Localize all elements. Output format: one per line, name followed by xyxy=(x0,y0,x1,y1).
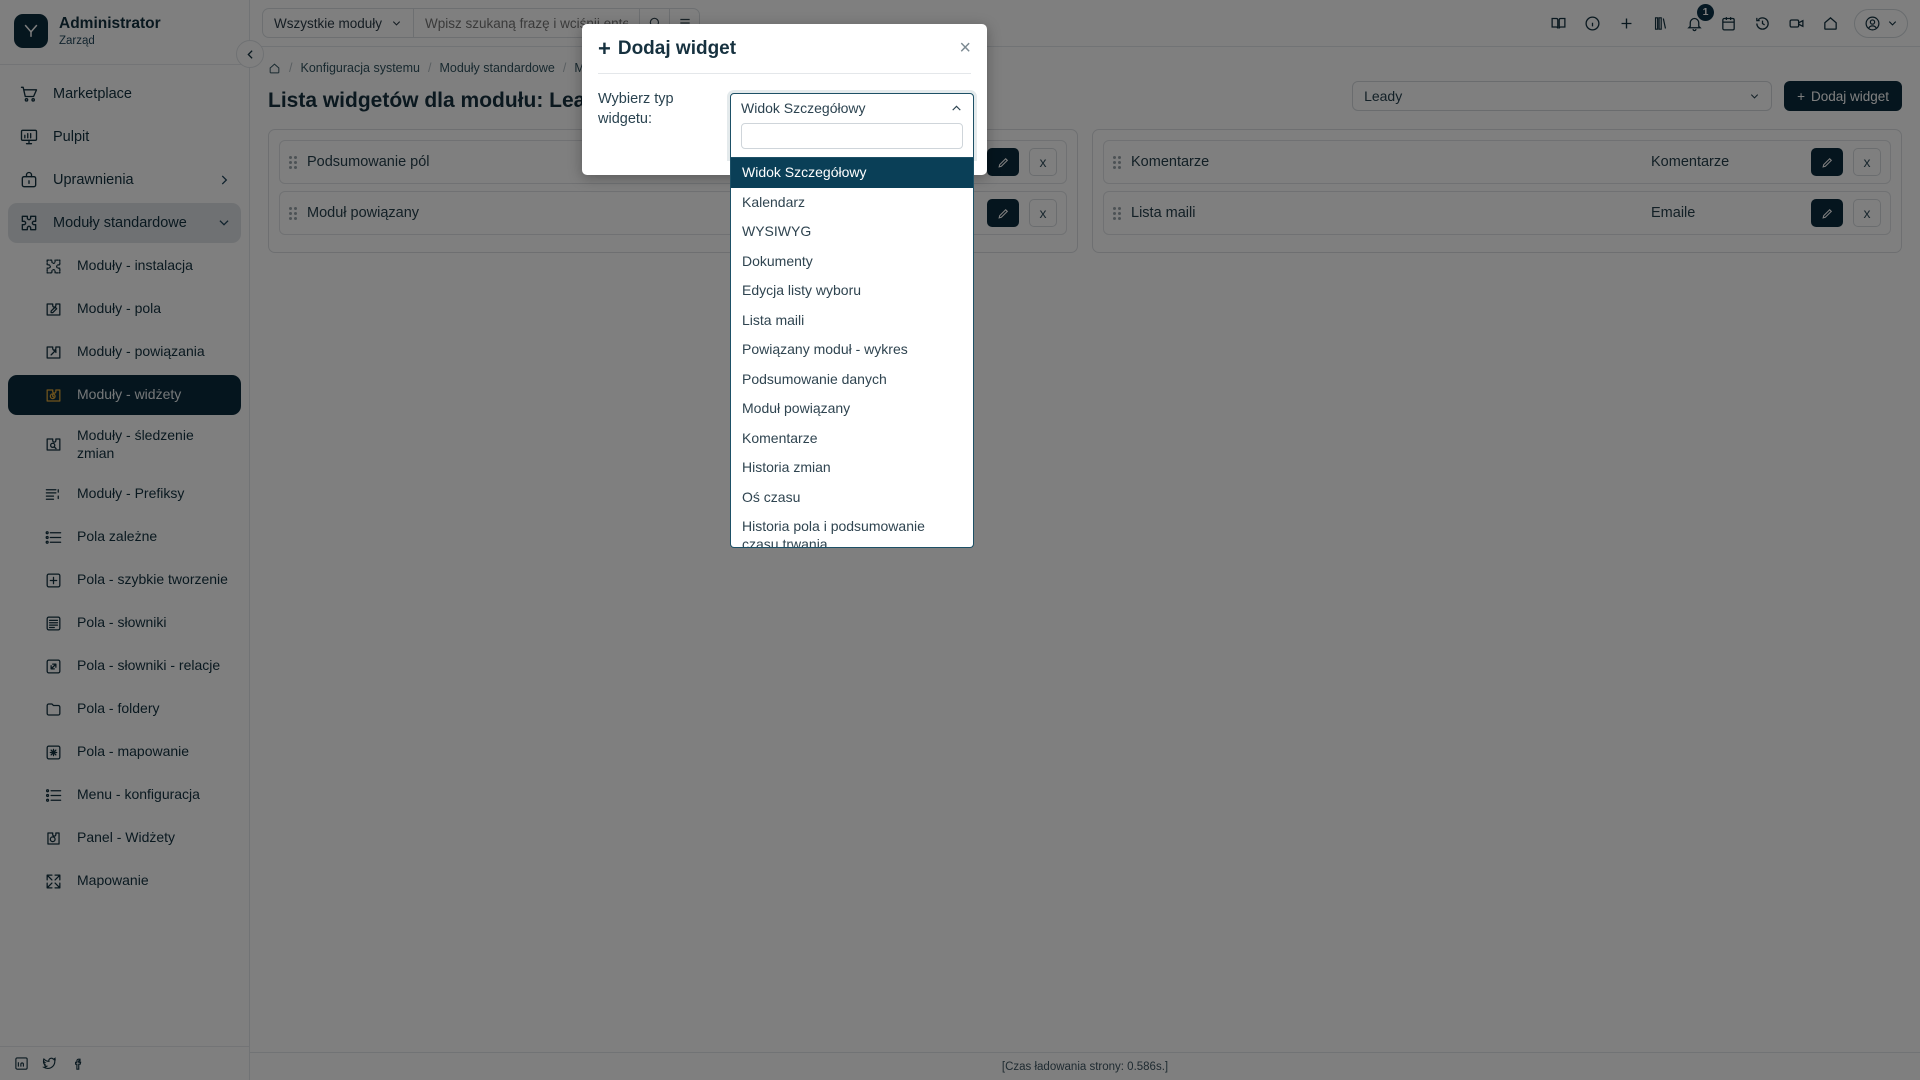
select-search-input[interactable] xyxy=(741,123,963,149)
select-option[interactable]: Oś czasu xyxy=(731,483,973,513)
select-option[interactable]: Powiązany moduł - wykres xyxy=(731,335,973,365)
select-option[interactable]: WYSIWYG xyxy=(731,217,973,247)
select-options-list: Widok Szczegółowy Kalendarz WYSIWYG Dokumen… xyxy=(730,158,974,548)
close-icon[interactable]: × xyxy=(959,38,971,58)
select-option[interactable]: Podsumowanie danych xyxy=(731,365,973,395)
select-option[interactable]: Historia zmian xyxy=(731,453,973,483)
modal-header: + Dodaj widget × xyxy=(582,24,987,60)
chevron-up-icon[interactable] xyxy=(950,102,963,115)
select-option[interactable]: Widok Szczegółowy xyxy=(731,158,973,188)
select-option[interactable]: Lista maili xyxy=(731,306,973,336)
widget-type-label: Wybierz typ widgetu: xyxy=(598,91,674,127)
select-option[interactable]: Dokumenty xyxy=(731,247,973,277)
widget-type-select: Widok Szczegółowy Widok Szczegółowy Kalen… xyxy=(730,93,974,548)
plus-icon: + xyxy=(598,36,611,62)
select-option[interactable]: Moduł powiązany xyxy=(731,394,973,424)
select-option[interactable]: Kalendarz xyxy=(731,188,973,218)
select-value: Widok Szczegółowy xyxy=(741,100,866,116)
select-option[interactable]: Edycja listy wyboru xyxy=(731,276,973,306)
modal-title-text: Dodaj widget xyxy=(617,38,737,59)
select-option[interactable]: Historia pola i podsumowanie czasu trwan… xyxy=(731,512,973,547)
select-control[interactable]: Widok Szczegółowy xyxy=(730,93,974,158)
modal-title: + Dodaj widget xyxy=(598,38,736,60)
select-option[interactable]: Komentarze xyxy=(731,424,973,454)
